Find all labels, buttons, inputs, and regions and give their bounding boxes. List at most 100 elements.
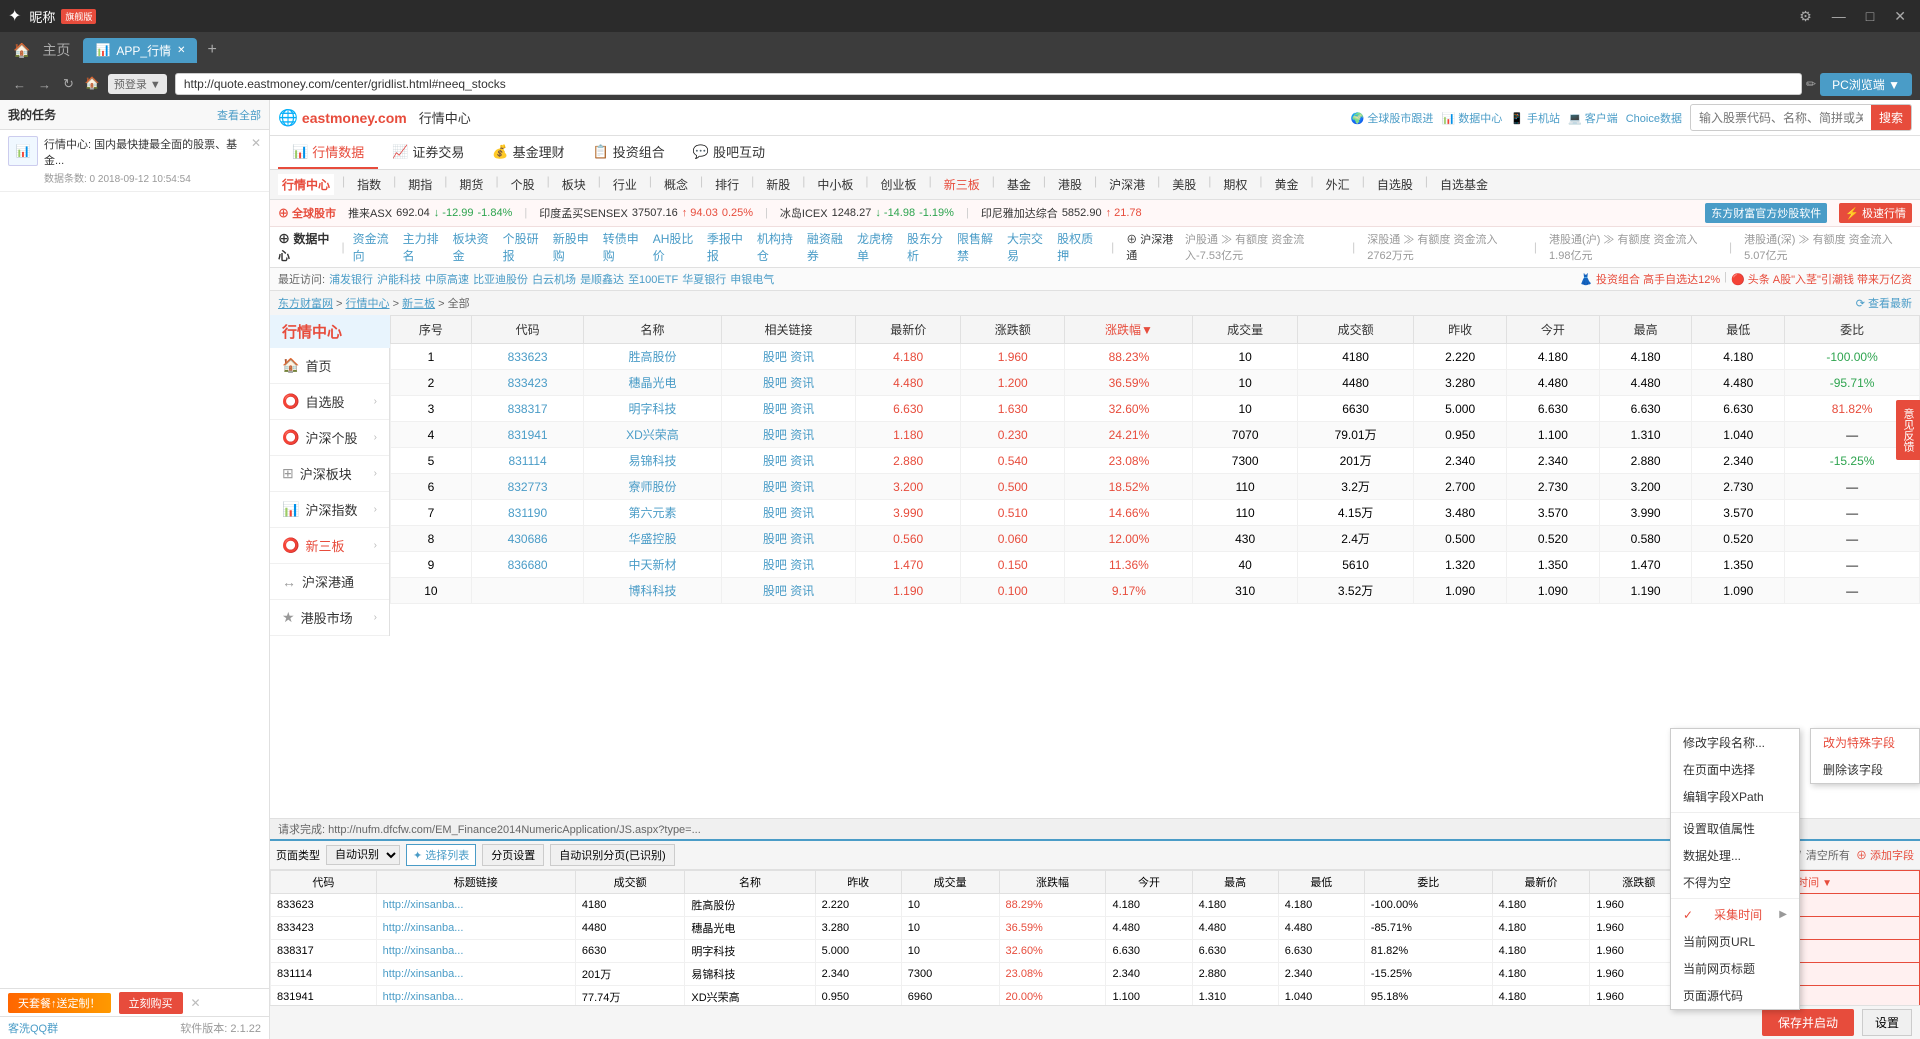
bottom-col-header[interactable]: 最高 — [1192, 871, 1278, 894]
cat-gold[interactable]: 黄金 — [1271, 174, 1303, 195]
visit-baiyun[interactable]: 白云机场 — [532, 271, 576, 287]
nav-item-watchlist[interactable]: ⭕ 自选股 › — [270, 384, 389, 420]
main-nav-button[interactable]: 主页 — [37, 38, 75, 62]
browser-tab-active[interactable]: 📊 APP_行情 ✕ — [83, 38, 197, 63]
tool-shareholder[interactable]: 股东分析 — [907, 230, 949, 264]
nav-item-neeq[interactable]: ⭕ 新三板 › — [270, 528, 389, 564]
cat-watchlist[interactable]: 自选股 — [1373, 174, 1417, 195]
col-chg[interactable]: 涨跌额 — [960, 316, 1065, 344]
bottom-col-header[interactable]: 最新价 — [1492, 871, 1590, 894]
bottom-col-header[interactable]: 昨收 — [815, 871, 901, 894]
cat-ipo[interactable]: 新股 — [762, 174, 794, 195]
visit-shunxin[interactable]: 是顺鑫达 — [580, 271, 624, 287]
tool-report[interactable]: 个股研报 — [503, 230, 545, 264]
visit-hunenergy[interactable]: 沪能科技 — [377, 271, 421, 287]
page-settings-button[interactable]: 分页设置 — [482, 844, 544, 866]
cat-fund[interactable]: 基金 — [1003, 174, 1035, 195]
cat-futures-index[interactable]: 期指 — [404, 174, 436, 195]
tool-main-rank[interactable]: 主力排名 — [403, 230, 445, 264]
promo-close-button[interactable]: ✕ — [191, 996, 201, 1010]
promo-banner[interactable]: 天套餐↑送定制！ — [8, 993, 111, 1013]
ctx-rename[interactable]: 修改字段名称... — [1671, 729, 1799, 756]
visit-huaxia[interactable]: 华夏银行 — [682, 271, 726, 287]
page-type-select[interactable]: 自动识别 — [326, 845, 400, 865]
mobile-link[interactable]: 📱 手机站 — [1510, 110, 1560, 126]
bottom-col-header[interactable]: 今开 — [1106, 871, 1192, 894]
col-low[interactable]: 最低 — [1692, 316, 1785, 344]
cat-forex[interactable]: 外汇 — [1322, 174, 1354, 195]
add-field-button[interactable]: ⊕ 添加字段 — [1856, 847, 1914, 863]
cat-sector[interactable]: 板块 — [558, 174, 590, 195]
cat-hk[interactable]: 港股 — [1054, 174, 1086, 195]
bottom-col-header[interactable]: 成交额 — [575, 871, 685, 894]
promo-portfolio[interactable]: 👗 投资组合 高手自选达12% — [1579, 271, 1720, 287]
tool-block-trade[interactable]: 大宗交易 — [1007, 230, 1049, 264]
col-vol[interactable]: 成交量 — [1193, 316, 1298, 344]
ctx-page-source[interactable]: 页面源代码 — [1671, 982, 1799, 1009]
tab-market-data[interactable]: 📊 行情数据 — [278, 136, 378, 169]
tab-portfolio[interactable]: 📋 投资组合 — [579, 136, 679, 169]
bottom-col-header[interactable]: 涨跌幅 — [999, 871, 1106, 894]
tool-pledge[interactable]: 股权质押 — [1057, 230, 1099, 264]
global-market-link[interactable]: 🌍 全球股市跟进 — [1351, 110, 1434, 126]
bookmark-dropdown[interactable]: 预登录 ▼ — [108, 74, 167, 94]
cell-name[interactable]: 中天新材 — [584, 552, 721, 578]
visit-zhongyuan[interactable]: 中原高速 — [425, 271, 469, 287]
breadcrumb-market[interactable]: 行情中心 — [346, 298, 390, 310]
ctx-page-url[interactable]: 当前网页URL — [1671, 928, 1799, 955]
cell-name[interactable]: 穗晶光电 — [584, 370, 721, 396]
ctx-collect-time[interactable]: ✓ 采集时间 ▶ — [1671, 901, 1799, 928]
maximize-button[interactable]: □ — [1860, 6, 1880, 27]
bottom-col-header[interactable]: 标题链接 — [376, 871, 575, 894]
cat-ranking[interactable]: 排行 — [711, 174, 743, 195]
bottom-col-header[interactable]: 成交量 — [901, 871, 999, 894]
visit-pudfa[interactable]: 浦发银行 — [329, 271, 373, 287]
tab-fund[interactable]: 💰 基金理财 — [478, 136, 578, 169]
save-start-button[interactable]: 保存并启动 — [1762, 1009, 1854, 1036]
cell-name[interactable]: 第六元素 — [584, 500, 721, 526]
cell-name[interactable]: 明字科技 — [584, 396, 721, 422]
tool-ah-compare[interactable]: AH股比价 — [653, 230, 699, 264]
bottom-col-header[interactable]: 委比 — [1364, 871, 1492, 894]
col-ratio[interactable]: 委比 — [1785, 316, 1920, 344]
settings-button[interactable]: 设置 — [1862, 1009, 1912, 1036]
col-amt[interactable]: 成交额 — [1297, 316, 1413, 344]
col-select-button[interactable]: ✦ 选择列表 — [406, 844, 476, 866]
ctx-data-process[interactable]: 数据处理... — [1671, 842, 1799, 869]
cell-name[interactable]: 博科科技 — [584, 578, 721, 604]
submenu-delete-field[interactable]: 删除该字段 — [1811, 756, 1919, 783]
home-icon[interactable]: 🏠 — [81, 74, 104, 94]
col-pct[interactable]: 涨跌幅▼ — [1065, 316, 1193, 344]
quick-quote-button[interactable]: ⚡ 极速行情 — [1839, 203, 1912, 223]
cell-name[interactable]: XD兴荣高 — [584, 422, 721, 448]
bottom-col-header[interactable]: 代码 — [271, 871, 377, 894]
data-center-link[interactable]: 📊 数据中心 — [1441, 110, 1502, 126]
ctx-page-title[interactable]: 当前网页标题 — [1671, 955, 1799, 982]
breadcrumb-neeq[interactable]: 新三板 — [402, 298, 435, 310]
tab-close-button[interactable]: ✕ — [177, 45, 185, 56]
nav-item-home[interactable]: 🏠 首页 — [270, 348, 389, 384]
ctx-select-page[interactable]: 在页面中选择 — [1671, 756, 1799, 783]
view-all-link[interactable]: 查看全部 — [217, 107, 261, 123]
tool-quarterly[interactable]: 季报中报 — [707, 230, 749, 264]
qq-link[interactable]: 客洗QQ群 — [8, 1020, 58, 1036]
forward-button[interactable]: → — [33, 74, 56, 94]
address-input[interactable] — [175, 73, 1802, 95]
visit-etf[interactable]: 至100ETF — [628, 271, 678, 287]
refresh-link[interactable]: ⟳ 查看最新 — [1856, 295, 1912, 311]
tool-sector-fund[interactable]: 板块资金 — [453, 230, 495, 264]
cat-gem[interactable]: 创业板 — [877, 174, 921, 195]
nav-item-individual[interactable]: ⭕ 沪深个股 › — [270, 420, 389, 456]
col-code[interactable]: 代码 — [471, 316, 583, 344]
b-cell-link[interactable]: http://xinsanba... — [376, 963, 575, 986]
col-latest[interactable]: 最新价 — [856, 316, 961, 344]
tool-new-ipo[interactable]: 新股申购 — [553, 230, 595, 264]
site-search-button[interactable]: 搜索 — [1871, 105, 1911, 130]
buy-button[interactable]: 立刻购买 — [119, 992, 183, 1014]
tab-trading[interactable]: 📈 证券交易 — [378, 136, 478, 169]
cat-sme[interactable]: 中小板 — [813, 174, 857, 195]
cat-neeq[interactable]: 新三板 — [940, 174, 984, 195]
reload-button[interactable]: ↻ — [58, 74, 79, 94]
ctx-edit-xpath[interactable]: 编辑字段XPath — [1671, 783, 1799, 810]
cat-us[interactable]: 美股 — [1168, 174, 1200, 195]
